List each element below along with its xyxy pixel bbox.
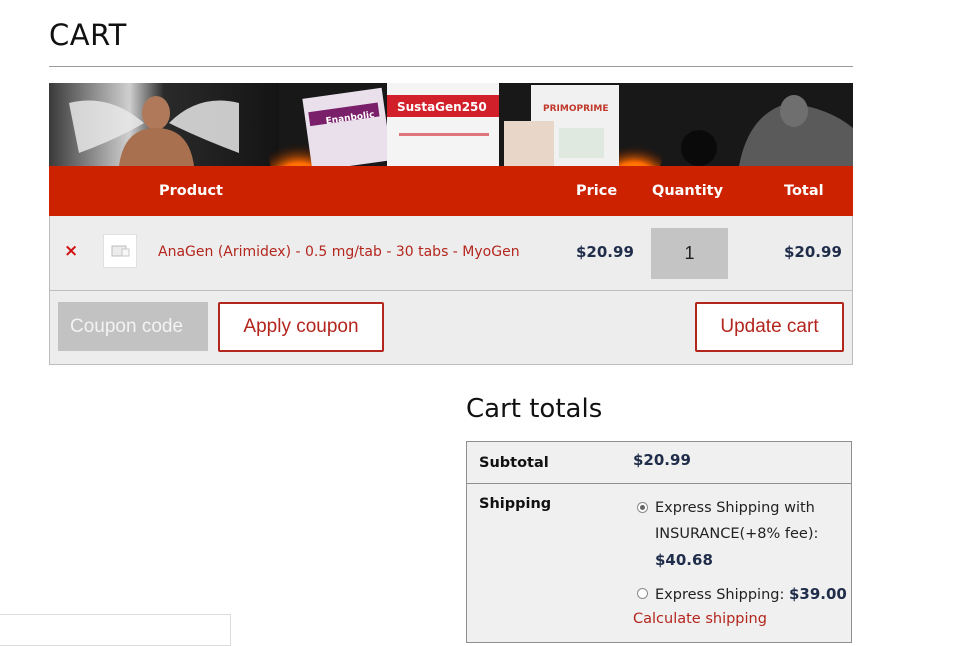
item-total: $20.99 [784,243,842,261]
calculate-shipping-link[interactable]: Calculate shipping [633,611,767,627]
cart-totals-title: Cart totals [466,394,603,424]
shipping-option-line1: Express Shipping with [655,500,815,516]
bottom-left-panel [0,614,231,646]
cart-table: Product Price Quantity Total × AnaGen (A… [49,166,853,365]
shipping-option-label-insurance[interactable]: Express Shipping with INSURANCE(+8% fee)… [655,495,818,573]
banner-image: Enanbolic SustaGen250 PRIMOPRIME [49,83,853,166]
apply-coupon-button[interactable]: Apply coupon [218,302,384,352]
subtotal-label: Subtotal [479,455,549,471]
svg-text:PRIMOPRIME: PRIMOPRIME [543,104,608,114]
title-divider [49,66,853,67]
coupon-code-input[interactable] [58,302,208,351]
svg-text:SustaGen250: SustaGen250 [397,100,487,114]
shipping-option-text: Express Shipping: [655,587,789,603]
update-cart-button[interactable]: Update cart [695,302,844,352]
product-name-link[interactable]: AnaGen (Arimidex) - 0.5 mg/tab - 30 tabs… [158,244,520,260]
figure-head-shape [142,96,170,130]
header-total: Total [784,183,824,199]
dark-sphere-shape [681,130,717,166]
cart-totals-table: Subtotal $20.99 Shipping Express Shippin… [466,441,852,643]
product-thumbnail[interactable] [103,234,137,268]
shipping-option-price: $39.00 [788,585,847,603]
subtotal-row: Subtotal $20.99 [467,442,851,484]
header-price: Price [576,183,618,199]
product-box-enanbolic: Enanbolic [302,87,392,166]
pill-box-icon [111,245,130,257]
table-row: × AnaGen (Arimidex) - 0.5 mg/tab - 30 ta… [50,216,852,291]
remove-item-icon[interactable]: × [64,241,78,261]
cart-table-header: Product Price Quantity Total [49,166,853,216]
product-box-sustagen: SustaGen250 [387,83,499,166]
shipping-option-price: $40.68 [655,551,713,569]
page-title: CART [49,18,127,52]
header-product: Product [159,183,223,199]
shipping-option-radio-express[interactable] [637,588,648,599]
shipping-option-label-express[interactable]: Express Shipping: $39.00 [655,581,847,608]
quantity-input[interactable] [651,228,728,279]
item-price: $20.99 [576,243,634,261]
shipping-label: Shipping [479,496,552,512]
shipping-option-line2: INSURANCE(+8% fee): [655,526,819,542]
subtotal-value: $20.99 [633,451,691,469]
header-quantity: Quantity [652,183,724,199]
promo-banner: Enanbolic SustaGen250 PRIMOPRIME [49,83,853,166]
shipping-option-radio-insurance[interactable] [637,502,648,513]
